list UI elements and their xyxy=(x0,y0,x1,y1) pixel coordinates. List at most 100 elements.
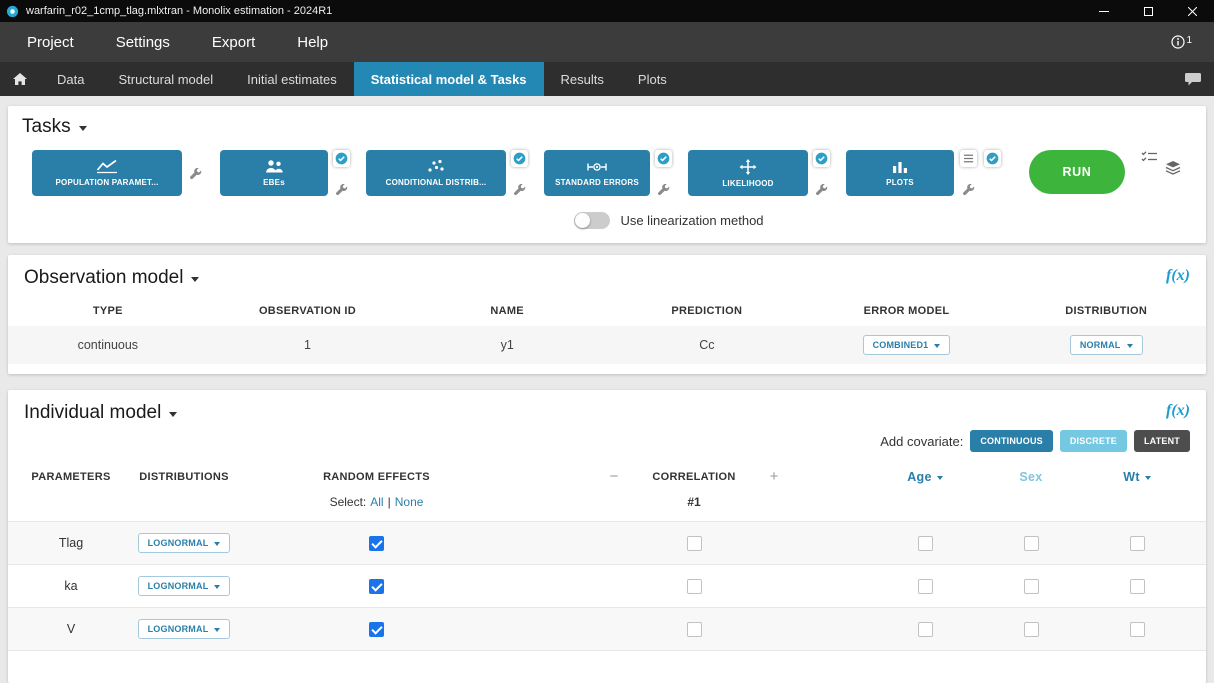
tlag-wt-covariate-checkbox[interactable] xyxy=(1130,536,1145,551)
tab-statistical-model-tasks[interactable]: Statistical model & Tasks xyxy=(354,62,544,96)
menu-item-project[interactable]: Project xyxy=(6,34,95,51)
add-latent-covariate-button[interactable]: LATENT xyxy=(1134,430,1190,452)
chevron-down-icon xyxy=(214,628,220,632)
add-discrete-covariate-button[interactable]: DISCRETE xyxy=(1060,430,1127,452)
ka-wt-covariate-checkbox[interactable] xyxy=(1130,579,1145,594)
tasks-section: Tasks POPULATION PARAMET... xyxy=(8,106,1206,243)
task-conditional-distribution-button[interactable]: CONDITIONAL DISTRIB... xyxy=(366,150,506,196)
home-icon xyxy=(12,72,28,86)
select-none-link[interactable]: None xyxy=(395,495,424,509)
people-icon xyxy=(264,159,284,174)
task-plots-settings-button[interactable] xyxy=(962,183,975,196)
bar-chart-icon xyxy=(891,159,909,174)
tlag-distribution-dropdown[interactable]: LOGNORMAL xyxy=(138,533,231,553)
observation-prediction: Cc xyxy=(607,326,807,364)
individual-formula-button[interactable]: f(x) xyxy=(1166,402,1190,420)
ka-sex-covariate-checkbox[interactable] xyxy=(1024,579,1039,594)
tlag-random-effect-checkbox[interactable] xyxy=(369,536,384,551)
task-group-population-parameters: POPULATION PARAMET... xyxy=(32,150,205,196)
minimize-button[interactable] xyxy=(1082,0,1126,22)
task-ebes-button[interactable]: EBEs xyxy=(220,150,328,196)
tab-data[interactable]: Data xyxy=(40,62,101,96)
task-population-parameters-button[interactable]: POPULATION PARAMET... xyxy=(32,150,182,196)
task-population-parameters-settings-button[interactable] xyxy=(189,167,202,180)
add-correlation-button[interactable]: + xyxy=(770,468,779,485)
v-wt-covariate-checkbox[interactable] xyxy=(1130,622,1145,637)
error-model-dropdown[interactable]: COMBINED1 xyxy=(863,335,951,355)
wrench-icon xyxy=(189,167,202,180)
check-circle-icon xyxy=(335,152,348,165)
run-button[interactable]: RUN xyxy=(1029,150,1125,194)
task-ebes-settings-button[interactable] xyxy=(335,183,348,196)
feedback-button[interactable] xyxy=(1184,62,1214,96)
task-conditional-distribution-enabled-checkbox[interactable] xyxy=(511,150,528,167)
task-group-plots: PLOTS xyxy=(846,150,1002,196)
menu-item-help[interactable]: Help xyxy=(276,34,349,51)
task-ebes-enabled-checkbox[interactable] xyxy=(333,150,350,167)
tlag-age-covariate-checkbox[interactable] xyxy=(918,536,933,551)
task-group-ebes: EBEs xyxy=(220,150,351,196)
ka-distribution-dropdown[interactable]: LOGNORMAL xyxy=(138,576,231,596)
task-likelihood-enabled-checkbox[interactable] xyxy=(813,150,830,167)
individual-table-subheader: Select: All | None #1 xyxy=(8,491,1206,521)
tasks-collapse-icon xyxy=(79,126,87,131)
ka-random-effect-checkbox[interactable] xyxy=(369,579,384,594)
ka-correlation-checkbox[interactable] xyxy=(687,579,702,594)
column-header-error-model: ERROR MODEL xyxy=(807,295,1007,326)
chat-bubble-icon xyxy=(1184,72,1202,87)
linearization-toggle[interactable] xyxy=(574,212,610,229)
menu-bar: Project Settings Export Help 1 xyxy=(0,22,1214,62)
menu-item-settings[interactable]: Settings xyxy=(95,34,191,51)
wrench-icon xyxy=(962,183,975,196)
task-standard-errors-settings-button[interactable] xyxy=(657,183,670,196)
chevron-down-icon xyxy=(937,476,943,480)
ka-age-covariate-checkbox[interactable] xyxy=(918,579,933,594)
add-continuous-covariate-button[interactable]: CONTINUOUS xyxy=(970,430,1053,452)
observation-formula-button[interactable]: f(x) xyxy=(1166,267,1190,285)
distribution-dropdown[interactable]: NORMAL xyxy=(1070,335,1143,355)
observation-model-heading[interactable]: Observation model xyxy=(24,267,199,289)
column-header-correlation: CORRELATION xyxy=(652,471,735,483)
wrench-icon xyxy=(513,183,526,196)
task-group-likelihood: LIKELIHOOD xyxy=(688,150,831,196)
tlag-sex-covariate-checkbox[interactable] xyxy=(1024,536,1039,551)
v-correlation-checkbox[interactable] xyxy=(687,622,702,637)
covariate-sex-header[interactable]: Sex xyxy=(981,452,1081,491)
tab-plots[interactable]: Plots xyxy=(621,62,684,96)
maximize-button[interactable] xyxy=(1126,0,1170,22)
v-age-covariate-checkbox[interactable] xyxy=(918,622,933,637)
v-random-effect-checkbox[interactable] xyxy=(369,622,384,637)
individual-model-collapse-icon xyxy=(169,412,177,417)
covariate-age-header[interactable]: Age xyxy=(869,452,981,491)
home-tab[interactable] xyxy=(0,62,40,96)
wrench-icon xyxy=(657,183,670,196)
parameter-name: V xyxy=(8,608,134,650)
column-header-observation-id: OBSERVATION ID xyxy=(208,295,408,326)
tlag-correlation-checkbox[interactable] xyxy=(687,536,702,551)
plots-report-button[interactable] xyxy=(960,150,977,167)
menu-item-export[interactable]: Export xyxy=(191,34,276,51)
close-button[interactable] xyxy=(1170,0,1214,22)
v-sex-covariate-checkbox[interactable] xyxy=(1024,622,1039,637)
task-layers-button[interactable] xyxy=(1165,160,1181,175)
tab-results[interactable]: Results xyxy=(544,62,621,96)
notifications-button[interactable]: 1 xyxy=(1171,35,1208,49)
task-likelihood-settings-button[interactable] xyxy=(815,183,828,196)
tab-initial-estimates[interactable]: Initial estimates xyxy=(230,62,354,96)
task-standard-errors-button[interactable]: STANDARD ERRORS xyxy=(544,150,650,196)
tab-structural-model[interactable]: Structural model xyxy=(101,62,230,96)
select-separator: | xyxy=(388,495,391,509)
v-distribution-dropdown[interactable]: LOGNORMAL xyxy=(138,619,231,639)
select-all-link[interactable]: All xyxy=(370,495,383,509)
task-conditional-distribution-settings-button[interactable] xyxy=(513,183,526,196)
remove-correlation-button[interactable]: − xyxy=(610,468,619,485)
individual-model-heading[interactable]: Individual model xyxy=(24,402,177,424)
task-plots-enabled-checkbox[interactable] xyxy=(984,150,1001,167)
tasks-heading[interactable]: Tasks xyxy=(22,116,1192,138)
chart-line-icon xyxy=(96,159,118,174)
task-likelihood-button[interactable]: LIKELIHOOD xyxy=(688,150,808,196)
scenario-checklist-button[interactable] xyxy=(1141,150,1158,175)
task-standard-errors-enabled-checkbox[interactable] xyxy=(655,150,672,167)
covariate-wt-header[interactable]: Wt xyxy=(1081,452,1193,491)
task-plots-button[interactable]: PLOTS xyxy=(846,150,954,196)
